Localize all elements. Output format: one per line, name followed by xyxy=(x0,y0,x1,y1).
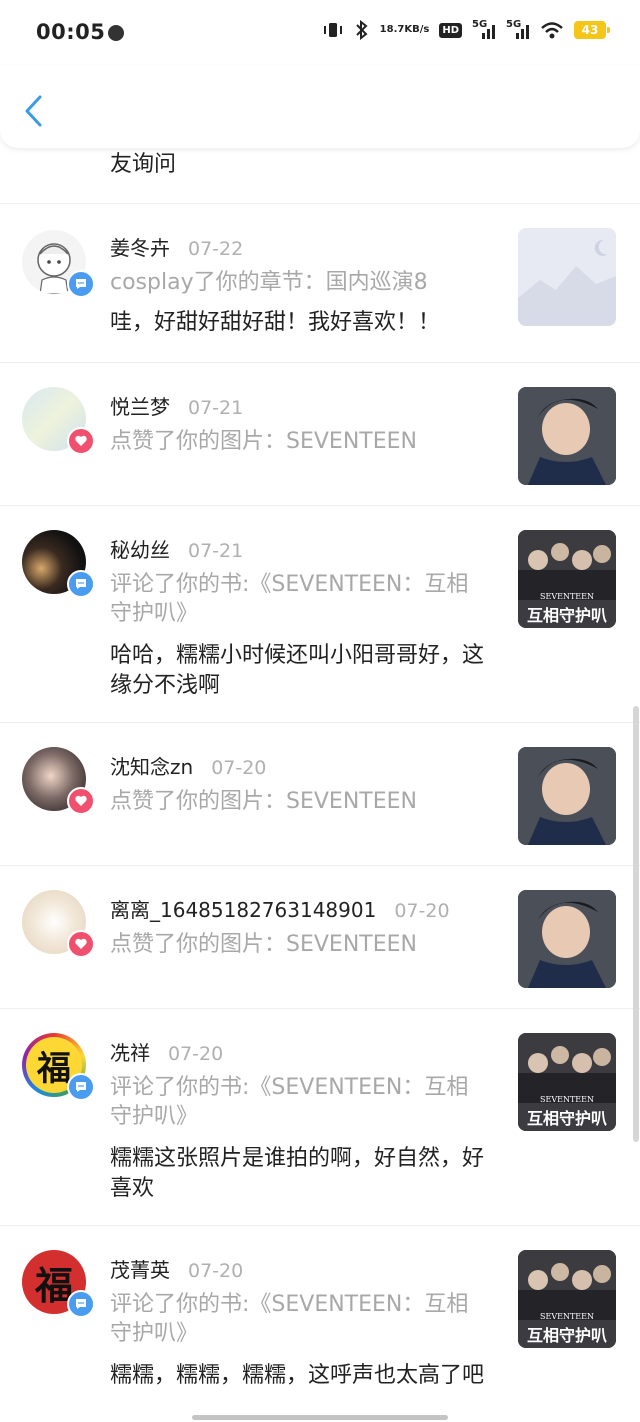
list-item[interactable]: 离离_16485182763148901 07-20 点赞了你的图片：SEVENT… xyxy=(0,866,640,1009)
book-title: 互相守护叭 xyxy=(526,1109,607,1128)
thumbnail-photo[interactable] xyxy=(518,747,616,845)
action-text: 点赞了你的图片：SEVENTEEN xyxy=(110,429,417,454)
book-title: 互相守护叭 xyxy=(526,1326,607,1345)
user-name[interactable]: 冼祥 xyxy=(110,1037,150,1066)
home-indicator[interactable] xyxy=(192,1415,448,1420)
user-name[interactable]: 离离_16485182763148901 xyxy=(110,894,376,923)
timestamp: 07-20 xyxy=(188,1260,244,1282)
user-name[interactable]: 沈知念zn xyxy=(110,751,193,780)
heart-badge-icon xyxy=(67,787,95,815)
hd-icon: HD xyxy=(439,22,462,38)
heart-badge-icon xyxy=(67,427,95,455)
timestamp: 07-21 xyxy=(188,540,244,562)
user-name[interactable]: 姜冬卉 xyxy=(110,232,170,261)
list-item[interactable]: 姜冬卉 07-22 cosplay了你的章节：国内巡演8 哇，好甜好甜好甜！我好喜… xyxy=(0,204,640,363)
book-band: SEVENTEEN xyxy=(540,1312,594,1321)
timestamp: 07-22 xyxy=(188,238,244,260)
bluetooth-icon xyxy=(354,20,370,40)
back-button[interactable] xyxy=(22,94,52,128)
chevron-left-icon xyxy=(25,95,42,127)
timestamp: 07-20 xyxy=(211,757,267,779)
user-name[interactable]: 茂菁英 xyxy=(110,1254,170,1283)
comment-badge-icon xyxy=(67,570,95,598)
scrollbar[interactable] xyxy=(633,706,639,1142)
top-nav-bar xyxy=(0,66,640,148)
status-icons: 18.7 KB/s HD 5G 5G 43 xyxy=(322,19,610,40)
heart-badge-icon xyxy=(67,930,95,958)
status-time: 00:05 xyxy=(36,20,106,44)
list-item[interactable]: 友询问 xyxy=(0,148,640,204)
user-name[interactable]: 悦兰梦 xyxy=(110,391,170,420)
comment-text: 糯糯，糯糯，糯糯，这呼声也太高了吧 xyxy=(110,1363,485,1388)
action-text: 点赞了你的图片：SEVENTEEN xyxy=(110,932,417,957)
thumbnail-photo[interactable] xyxy=(518,890,616,988)
timestamp: 07-20 xyxy=(394,900,450,922)
comment-text: 哈哈，糯糯小时候还叫小阳哥哥好，这缘分不浅啊 xyxy=(110,643,485,698)
comment-text: 糯糯这张照片是谁拍的啊，好自然，好喜欢 xyxy=(110,1146,485,1201)
thumbnail-placeholder[interactable] xyxy=(518,228,616,326)
comment-badge-icon xyxy=(67,1073,95,1101)
notification-list: 友询问 姜冬卉 07-22 cosplay了你的章节：国内巡演8 哇，好甜好甜好甜… xyxy=(0,148,640,1422)
thumbnail-book-cover[interactable]: SEVENTEEN 互相守护叭 xyxy=(518,1033,616,1131)
action-text: 评论了你的书:《SEVENTEEN：互相守护叭》 xyxy=(110,572,469,626)
signal-5g-icon: 5G xyxy=(472,19,496,39)
action-text: 评论了你的书:《SEVENTEEN：互相守护叭》 xyxy=(110,1075,469,1129)
comment-text: 友询问 xyxy=(110,152,177,177)
book-band: SEVENTEEN xyxy=(540,592,594,601)
globe-icon xyxy=(108,25,124,41)
thumbnail-photo[interactable] xyxy=(518,387,616,485)
action-text: 点赞了你的图片：SEVENTEEN xyxy=(110,789,417,814)
book-band: SEVENTEEN xyxy=(540,1095,594,1104)
list-item[interactable]: 悦兰梦 07-21 点赞了你的图片：SEVENTEEN xyxy=(0,363,640,506)
list-item[interactable]: 沈知念zn 07-20 点赞了你的图片：SEVENTEEN xyxy=(0,723,640,866)
timestamp: 07-21 xyxy=(188,397,244,419)
user-name[interactable]: 秘幼丝 xyxy=(110,534,170,563)
network-speed: 18.7 KB/s xyxy=(379,24,430,35)
battery-icon: 43 xyxy=(574,21,610,39)
vibrate-icon xyxy=(322,21,344,39)
thumbnail-book-cover[interactable]: SEVENTEEN 互相守护叭 xyxy=(518,1250,616,1348)
action-text: 评论了你的书:《SEVENTEEN：互相守护叭》 xyxy=(110,1292,469,1346)
list-item[interactable]: 福 冼祥 07-20 评论了你的书:《SEVENTEEN：互相守护叭》 糯糯这张照… xyxy=(0,1009,640,1226)
status-bar: 00:05 18.7 KB/s HD 5G 5G 43 xyxy=(0,0,640,66)
list-item[interactable]: 福 茂菁英 07-20 评论了你的书:《SEVENTEEN：互相守护叭》 糯糯，糯… xyxy=(0,1226,640,1422)
signal-5g-icon: 5G xyxy=(506,19,530,39)
action-text: cosplay了你的章节：国内巡演8 xyxy=(110,270,428,295)
book-title: 互相守护叭 xyxy=(526,606,607,625)
comment-badge-icon xyxy=(67,1290,95,1318)
comment-text: 哇，好甜好甜好甜！我好喜欢！！ xyxy=(110,310,441,335)
list-item[interactable]: 秘幼丝 07-21 评论了你的书:《SEVENTEEN：互相守护叭》 哈哈，糯糯小… xyxy=(0,506,640,723)
timestamp: 07-20 xyxy=(168,1043,224,1065)
wifi-icon xyxy=(540,21,564,39)
thumbnail-book-cover[interactable]: SEVENTEEN 互相守护叭 xyxy=(518,530,616,628)
comment-badge-icon xyxy=(67,270,95,298)
